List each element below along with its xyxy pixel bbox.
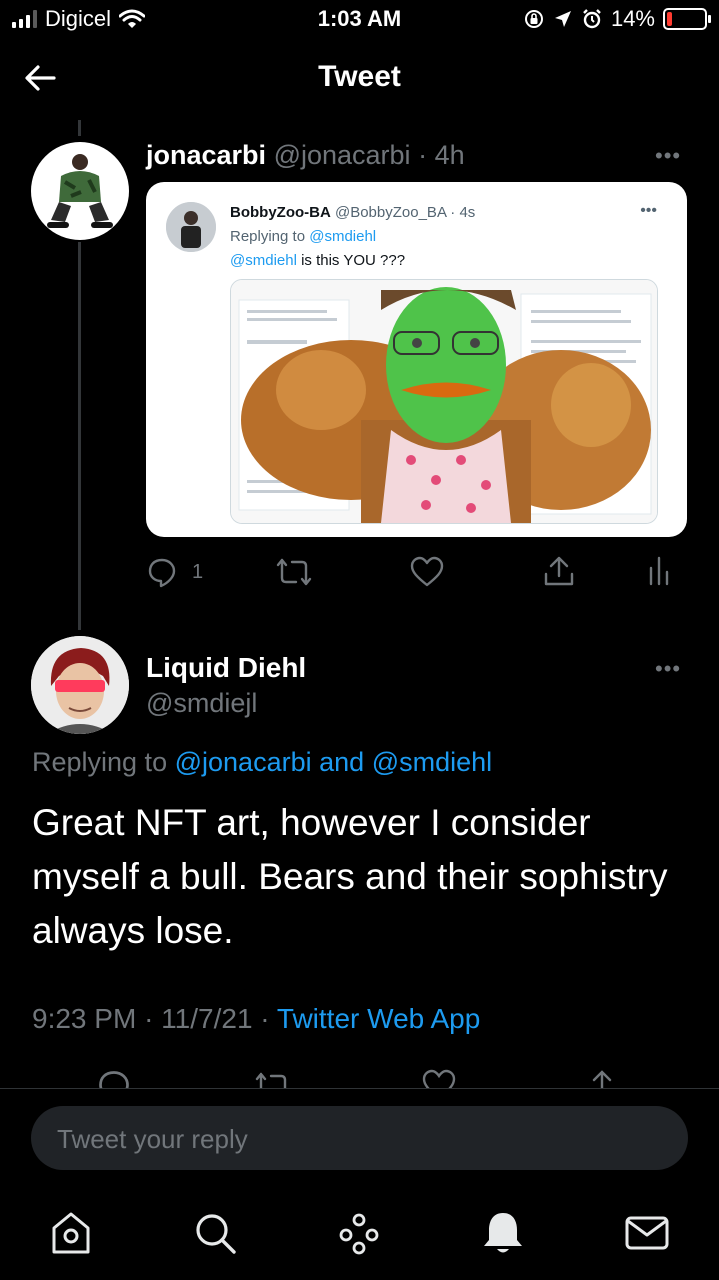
embedded-author-handle: @BobbyZoo_BA: [334, 204, 447, 221]
share-icon[interactable]: [542, 554, 576, 588]
home-icon[interactable]: [46, 1208, 96, 1258]
share-icon[interactable]: [585, 1068, 619, 1088]
notifications-icon[interactable]: [478, 1208, 528, 1258]
author-name[interactable]: Liquid Diehl: [146, 652, 306, 684]
like-icon[interactable]: [410, 556, 444, 588]
reply-icon[interactable]: [96, 1068, 132, 1088]
more-options-icon[interactable]: •••: [655, 143, 681, 169]
battery-level: [667, 12, 672, 26]
page-title: Tweet: [318, 60, 401, 93]
avatar[interactable]: [31, 142, 129, 240]
avatar-cartoon-icon: [31, 636, 129, 734]
embedded-tweet-text: @smdiehl is this YOU ???: [230, 252, 405, 269]
thread-line: [78, 120, 81, 136]
replying-to-line: Replying to @jonacarbi and @smdiehl: [32, 747, 492, 778]
reply-icon[interactable]: [146, 556, 178, 588]
embedded-tweet-image[interactable]: BobbyZoo-BA @BobbyZoo_BA · 4s ••• Replyi…: [146, 182, 687, 537]
analytics-icon[interactable]: [648, 556, 670, 586]
replying-handle: @smdiehl: [309, 228, 377, 245]
tweet-text: Great NFT art, however I consider myself…: [32, 802, 668, 951]
author-name[interactable]: jonacarbi: [146, 140, 266, 170]
separator: ·: [144, 1003, 154, 1034]
tweet-time: 9:23 PM: [32, 1003, 137, 1034]
author-handle[interactable]: @smdiejl: [146, 688, 257, 719]
replying-prefix: Replying to: [230, 228, 306, 245]
tweet-meta: 9:23 PM · 11/7/21 · Twitter Web App: [32, 1003, 480, 1035]
separator: ·: [418, 140, 428, 170]
status-right: 14%: [523, 6, 711, 32]
more-options-icon: •••: [640, 202, 657, 219]
search-icon[interactable]: [190, 1208, 240, 1258]
reply-composer[interactable]: [31, 1106, 688, 1172]
replying-handle[interactable]: @smdiehl: [372, 747, 492, 777]
alarm-icon: [583, 9, 601, 29]
author-handle[interactable]: @jonacarbi: [274, 140, 411, 170]
messages-icon[interactable]: [622, 1208, 672, 1258]
embedded-author-line: BobbyZoo-BA @BobbyZoo_BA · 4s: [230, 204, 475, 221]
replying-handle[interactable]: @jonacarbi: [175, 747, 312, 777]
location-icon: [554, 11, 571, 27]
avatar-figure-icon: [47, 154, 113, 228]
status-bar: Digicel 1:03 AM 14%: [0, 0, 719, 40]
separator: ·: [450, 204, 456, 221]
reply-count: 1: [192, 561, 204, 583]
avatar[interactable]: [31, 636, 129, 734]
separator: ·: [260, 1003, 270, 1034]
meme-illustration: [231, 280, 657, 523]
battery-icon: [663, 8, 711, 30]
embedded-time: 4s: [459, 204, 476, 221]
replying-prefix: Replying to: [32, 747, 168, 777]
thread-line: [78, 242, 81, 630]
orientation-lock-icon: [524, 10, 543, 28]
tweet-time: 4h: [434, 140, 465, 170]
retweet-icon[interactable]: [276, 556, 312, 588]
mention: @smdiehl: [230, 252, 297, 269]
tweet-source[interactable]: Twitter Web App: [277, 1003, 480, 1034]
more-options-icon[interactable]: •••: [655, 656, 681, 682]
like-icon[interactable]: [421, 1069, 457, 1088]
spaces-icon[interactable]: [334, 1208, 384, 1258]
divider: [0, 1088, 719, 1089]
avatar-figure-icon: [166, 202, 216, 252]
battery-percent: 14%: [610, 6, 655, 31]
embedded-replying-line: Replying to @smdiehl: [230, 228, 376, 245]
retweet-icon[interactable]: [255, 1070, 291, 1088]
meme-image: [230, 279, 658, 524]
avatar: [166, 202, 216, 252]
reply-input[interactable]: [55, 1106, 659, 1172]
embedded-author-name: BobbyZoo-BA: [230, 204, 331, 221]
embedded-text: is this YOU ???: [301, 252, 406, 269]
replying-and: and: [319, 747, 365, 777]
tweet-author-line: jonacarbi @jonacarbi · 4h: [146, 140, 465, 171]
tweet-action-bar: [0, 1066, 719, 1088]
tweet-date: 11/7/21: [161, 1003, 253, 1034]
